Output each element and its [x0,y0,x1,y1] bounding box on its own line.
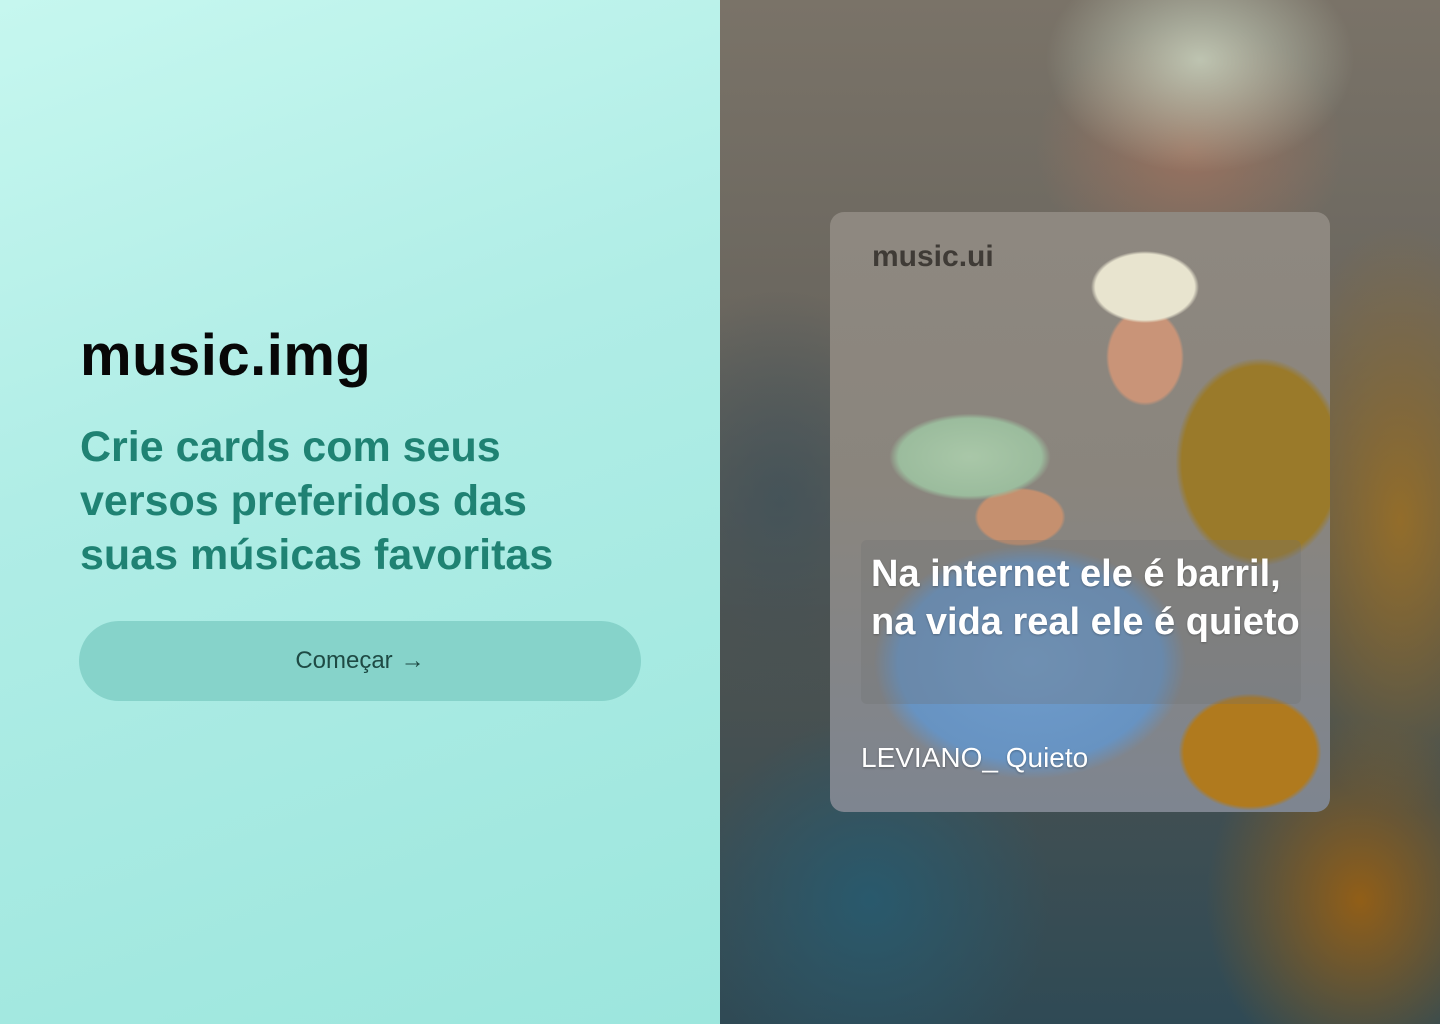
start-button[interactable]: Começar → [79,621,641,701]
card-logo: music.ui [872,240,994,273]
preview-panel: music.ui Na internet ele é barril, na vi… [720,0,1440,1024]
page: music.img Crie cards com seus versos pre… [0,0,1440,1024]
song-title: LEVIANO_ Quieto [861,742,1089,773]
tagline: Crie cards com seus versos preferidos da… [80,423,554,579]
intro-panel: music.img Crie cards com seus versos pre… [0,0,720,1024]
lyric-card: music.ui Na internet ele é barril, na vi… [830,212,1330,812]
app-title: music.img [80,323,372,388]
lyric-text: Na internet ele é barril, na vida real e… [871,553,1300,643]
start-button-label: Começar [295,647,393,674]
arrow-right-icon: → [400,647,425,674]
